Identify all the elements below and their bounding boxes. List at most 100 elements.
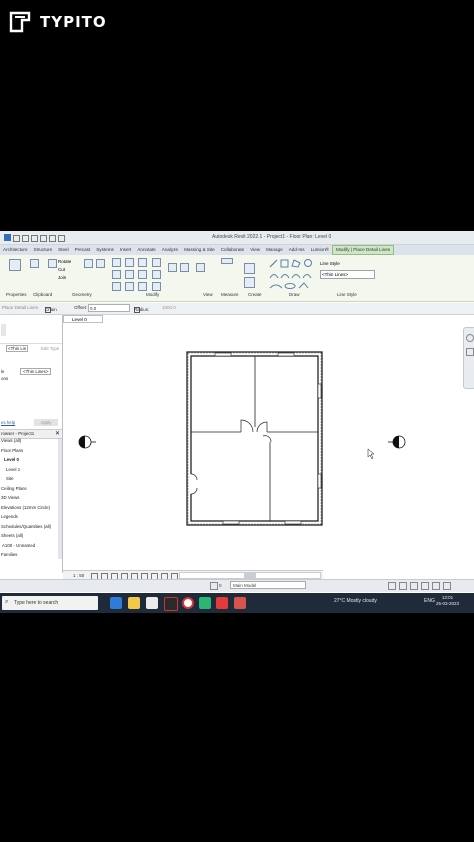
type-dropdown[interactable]: <Thin Lin (6, 345, 29, 352)
worksets-icon[interactable] (210, 582, 218, 590)
edit-type-button[interactable]: Edit Type (41, 346, 59, 351)
horizontal-scrollbar[interactable] (179, 572, 321, 579)
view-tab-level-0[interactable]: Level 0 (63, 315, 103, 323)
clock[interactable]: 13:01 25-03-2023 (436, 595, 459, 607)
array-icon[interactable] (125, 282, 134, 291)
measure-icon[interactable] (58, 235, 65, 242)
weather-widget[interactable]: 27°C Mostly cloudy (334, 598, 377, 604)
ribbon-tab-5[interactable]: Insert (117, 245, 135, 255)
modify-tool-icon[interactable] (9, 259, 21, 271)
print-icon[interactable] (49, 235, 56, 242)
zoom-icon[interactable] (466, 348, 474, 356)
measure-icon[interactable] (221, 258, 233, 264)
quick-access-toolbar[interactable] (4, 234, 65, 242)
ribbon-tab-1[interactable]: Structure (31, 245, 56, 255)
store-icon[interactable] (146, 597, 158, 609)
paste-icon[interactable] (30, 259, 39, 268)
properties-help-link[interactable]: es help (1, 420, 15, 425)
offset-input[interactable]: 0.0 (88, 304, 130, 312)
join-button[interactable]: Join (58, 274, 71, 282)
mirror-axis-icon[interactable] (138, 258, 147, 267)
grid-icon-1[interactable] (168, 263, 177, 272)
create-group-icon[interactable] (244, 263, 255, 274)
file-explorer-icon[interactable] (128, 597, 140, 609)
browser-item[interactable]: Legends (1, 514, 18, 519)
grid-icon-2[interactable] (180, 263, 189, 272)
split-icon[interactable] (112, 282, 121, 291)
browser-item[interactable]: Floor Plans (1, 448, 23, 453)
browser-item[interactable]: Level 0 (4, 457, 19, 462)
radius-input[interactable]: 1000.0 (162, 305, 176, 310)
ribbon-tab-0[interactable]: Architecture (0, 245, 31, 255)
ribbon-tab-11[interactable]: Manage (263, 245, 286, 255)
apply-button[interactable]: Apply (34, 419, 58, 426)
align-icon[interactable] (112, 258, 121, 267)
paint-icon[interactable] (96, 259, 105, 268)
language-indicator[interactable]: ENG (424, 598, 435, 604)
browser-item[interactable]: Elevations (12mm Circle) (1, 505, 50, 510)
taskbar-search[interactable]: ⌕ Type here to search (2, 596, 98, 610)
scale-icon[interactable] (138, 282, 147, 291)
ribbon-tab-6[interactable]: Annotate (134, 245, 158, 255)
open-icon[interactable] (13, 235, 20, 242)
ribbon-tab-7[interactable]: Analyze (159, 245, 181, 255)
browser-item[interactable]: Ceiling Plans (1, 486, 27, 491)
view-scale[interactable]: 1 : 50 (73, 573, 84, 578)
navigation-bar[interactable] (463, 327, 474, 389)
browser-item[interactable]: Sheets (all) (1, 533, 23, 538)
browser-item[interactable]: Site (6, 476, 14, 481)
close-icon[interactable]: ✕ (55, 430, 60, 437)
ribbon-tab-8[interactable]: Massing & Site (181, 245, 218, 255)
steering-wheel-icon[interactable] (466, 334, 474, 342)
move-icon[interactable] (112, 270, 121, 279)
copy-icon[interactable] (125, 270, 134, 279)
revit-menu-icon[interactable] (4, 234, 11, 241)
scrollbar-thumb[interactable] (244, 573, 256, 578)
undo-icon[interactable] (31, 235, 38, 242)
chrome-green-icon[interactable] (199, 597, 211, 609)
select-underlay-icon[interactable] (399, 582, 407, 590)
drawing-canvas[interactable] (63, 324, 464, 570)
trim-extend-icon[interactable] (152, 270, 161, 279)
ribbon-tab-12[interactable]: Add-Ins (286, 245, 308, 255)
drag-on-selection-icon[interactable] (432, 582, 440, 590)
cut-button[interactable]: Cut (58, 266, 71, 274)
browser-item[interactable]: Level 1 (6, 467, 20, 472)
line-style-dropdown[interactable]: <Thin Lines> (320, 270, 375, 279)
ribbon-tab-13[interactable]: Lumion® (308, 245, 332, 255)
redo-icon[interactable] (40, 235, 47, 242)
ribbon-tab-9[interactable]: Collaborate (218, 245, 248, 255)
browser-item[interactable]: Schedules/Quantities (all) (1, 524, 51, 529)
mirror-draw-icon[interactable] (152, 258, 161, 267)
ribbon-tab-2[interactable]: Steel (55, 245, 71, 255)
browser-item[interactable]: Families (1, 552, 17, 557)
line-style-property[interactable]: <Thin Lines> (20, 368, 52, 375)
browser-scrollbar[interactable] (58, 439, 62, 559)
cope-icon[interactable] (48, 259, 57, 268)
select-links-icon[interactable] (388, 582, 396, 590)
rotate-button[interactable]: Rotate (58, 258, 71, 266)
offset-icon[interactable] (125, 258, 134, 267)
browser-item[interactable]: Views (all) (1, 438, 21, 443)
wall-joins-icon[interactable] (84, 259, 93, 268)
save-icon[interactable] (22, 235, 29, 242)
type-selector[interactable] (0, 321, 62, 344)
ribbon-tab-3[interactable]: Precast (72, 245, 94, 255)
ribbon-tab-10[interactable]: View (247, 245, 263, 255)
adobe-icon[interactable] (164, 597, 178, 611)
create-similar-icon[interactable] (244, 277, 255, 288)
revit-icon[interactable] (234, 597, 246, 609)
view-icon[interactable] (196, 263, 205, 272)
rotate-icon[interactable] (138, 270, 147, 279)
browser-item[interactable]: 3D Views (1, 495, 19, 500)
opera-icon[interactable] (182, 597, 194, 609)
select-by-face-icon[interactable] (421, 582, 429, 590)
select-pinned-icon[interactable] (410, 582, 418, 590)
filter-icon[interactable] (443, 582, 451, 590)
pin-icon[interactable] (152, 282, 161, 291)
design-options-dropdown[interactable]: Main Model (230, 581, 306, 589)
draw-tools-icon[interactable] (268, 258, 316, 290)
ribbon-tab-14[interactable]: Modify | Place Detail Lines (332, 245, 395, 255)
edge-icon[interactable] (110, 597, 122, 609)
chrome-red-icon[interactable] (216, 597, 228, 609)
